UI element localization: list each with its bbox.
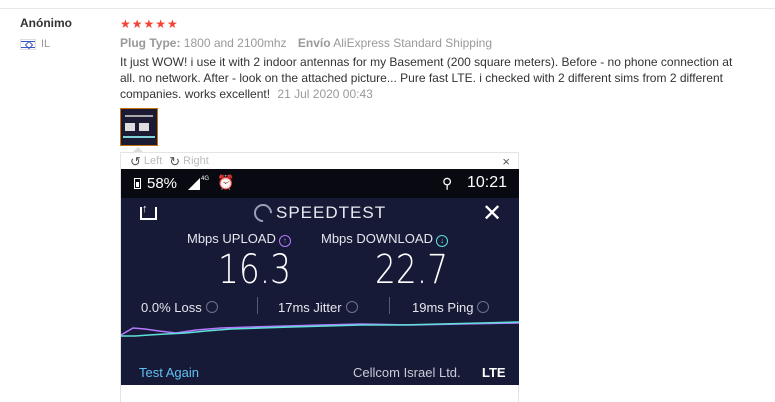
rotate-right-button[interactable]: ↻ Right	[169, 153, 209, 169]
speed-graph	[121, 321, 519, 337]
battery-percent: 58%	[147, 175, 178, 192]
jitter-metric: 17ms Jitter	[278, 300, 358, 315]
rotate-left-button[interactable]: ↺ Left	[130, 153, 163, 169]
location-icon: ⚲	[442, 175, 453, 191]
download-value: 22.7	[375, 247, 449, 293]
reviewer-info: Anónimo IL	[20, 16, 72, 50]
review-attributes: Plug Type: 1800 and 2100mhz Envío AliExp…	[120, 36, 760, 50]
star-rating: ★★★★★	[120, 17, 179, 31]
connection-type: LTE	[482, 365, 506, 380]
attr-key-shipping: Envío	[297, 36, 331, 50]
review-body: ★★★★★ Plug Type: 1800 and 2100mhz Envío …	[120, 17, 760, 102]
carrier-name: Cellcom Israel Ltd.	[353, 365, 461, 380]
phone-time: 10:21	[467, 174, 508, 191]
attr-value-shipping: AliExpress Standard Shipping	[333, 36, 492, 50]
metric-divider	[257, 297, 258, 314]
upload-label: Mbps UPLOAD ↑	[187, 231, 291, 247]
rotate-right-icon: ↻	[169, 153, 181, 169]
viewer-close-icon[interactable]: ×	[502, 154, 510, 169]
review-date: 21 Jul 2020 00:43	[277, 87, 373, 101]
reviewer-country: IL	[20, 38, 72, 50]
ping-metric: 19ms Ping	[412, 300, 490, 315]
speedtest-logo-icon	[250, 200, 276, 226]
upload-value: 16.3	[218, 247, 292, 293]
country-code: IL	[41, 38, 51, 50]
reviewer-name: Anónimo	[20, 16, 72, 30]
battery-icon	[134, 178, 141, 189]
metric-divider	[389, 297, 390, 314]
speedtest-title: SPEEDTEST	[276, 203, 387, 222]
ping-info-icon	[477, 301, 490, 313]
review-content: It just WOW! i use it with 2 indoor ante…	[120, 55, 733, 101]
signal-icon	[188, 178, 200, 190]
test-again-button: Test Again	[139, 365, 199, 380]
israel-flag-icon	[20, 38, 36, 50]
download-label: Mbps DOWNLOAD ↓	[321, 231, 448, 247]
attr-value-plug-type: 1800 and 2100mhz	[183, 36, 287, 50]
phone-status-bar: 58% 4G ⏰ ⚲ 10:21	[121, 169, 519, 198]
download-icon: ↓	[435, 235, 448, 247]
attr-key-plug-type: Plug Type:	[120, 36, 181, 50]
speedtest-close-icon: ✕	[482, 200, 503, 227]
loss-metric: 0.0% Loss	[141, 300, 218, 315]
download-graph-line	[121, 321, 519, 337]
loss-info-icon	[205, 301, 218, 313]
upload-icon: ↑	[278, 235, 291, 247]
top-divider	[0, 8, 775, 9]
photo-viewer: ↺ Left ↻ Right × 58% 4G ⏰ ⚲ 10:21 ↑ SPEE…	[120, 152, 519, 402]
speedtest-screenshot: 58% 4G ⏰ ⚲ 10:21 ↑ SPEEDTEST ✕ Mbps UPLO…	[121, 169, 519, 385]
share-arrow-icon: ↑	[142, 203, 148, 215]
rotate-left-icon: ↺	[130, 153, 141, 169]
network-type: 4G	[201, 176, 210, 182]
viewer-toolbar: ↺ Left ↻ Right	[121, 153, 518, 169]
alarm-icon: ⏰	[217, 174, 235, 190]
jitter-info-icon	[345, 301, 358, 313]
review-photo-thumbnail[interactable]	[120, 108, 158, 146]
rotate-right-label: Right	[183, 155, 209, 167]
rotate-left-label: Left	[143, 155, 163, 167]
review-text: It just WOW! i use it with 2 indoor ante…	[120, 54, 740, 102]
